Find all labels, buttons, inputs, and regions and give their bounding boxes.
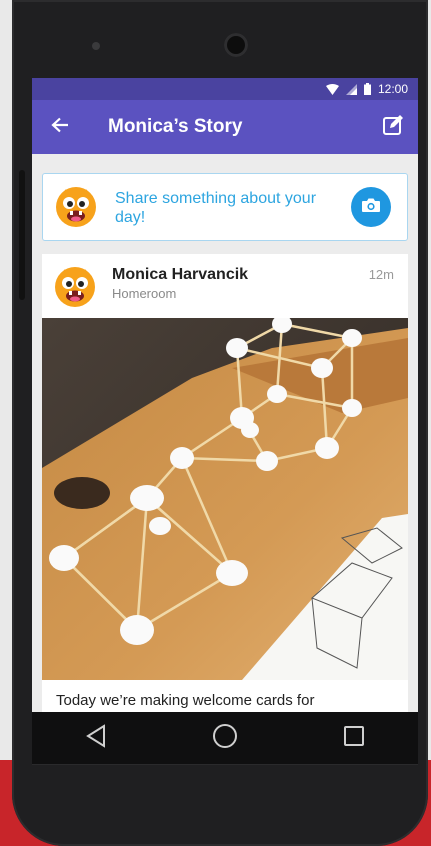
camera-button[interactable]	[351, 187, 391, 227]
monster-avatar-icon	[55, 186, 97, 228]
share-prompt-card[interactable]: Share something about your day!	[42, 173, 408, 241]
arrow-left-icon	[51, 117, 69, 138]
app-toolbar: Monica’s Story	[32, 100, 418, 154]
back-triangle-icon	[85, 723, 107, 753]
recents-square-icon	[343, 725, 365, 752]
nav-back-button[interactable]	[76, 718, 116, 758]
wifi-icon	[325, 83, 339, 95]
phone-side-button	[19, 170, 25, 300]
monster-avatar-icon	[54, 266, 96, 308]
post-author: Monica Harvancik	[112, 266, 249, 283]
post-time: 12m	[368, 267, 394, 282]
back-button[interactable]	[32, 100, 88, 154]
phone-screen: 12:00 Monica’s Story Share something abo…	[32, 78, 418, 712]
home-circle-icon	[212, 723, 238, 754]
post-photo[interactable]	[42, 318, 408, 680]
nav-home-button[interactable]	[205, 718, 245, 758]
post-caption: Today we’re making welcome cards for	[56, 692, 315, 709]
android-nav-bar	[32, 712, 418, 764]
status-time: 12:00	[377, 82, 408, 96]
edit-icon	[382, 114, 404, 141]
camera-icon	[361, 197, 381, 218]
signal-icon	[345, 83, 357, 95]
post-class-name: Homeroom	[112, 286, 177, 301]
story-post-card[interactable]: Monica Harvancik Homeroom 12m Today we’r…	[42, 254, 408, 712]
page-title: Monica’s Story	[108, 116, 243, 137]
phone-sensor	[92, 42, 100, 50]
front-camera	[224, 33, 248, 57]
status-bar: 12:00	[32, 78, 418, 100]
phone-chin-divider	[32, 764, 418, 765]
compose-button[interactable]	[380, 114, 406, 140]
share-prompt-text: Share something about your day!	[115, 190, 317, 226]
nav-recents-button[interactable]	[334, 718, 374, 758]
battery-icon	[363, 83, 371, 95]
